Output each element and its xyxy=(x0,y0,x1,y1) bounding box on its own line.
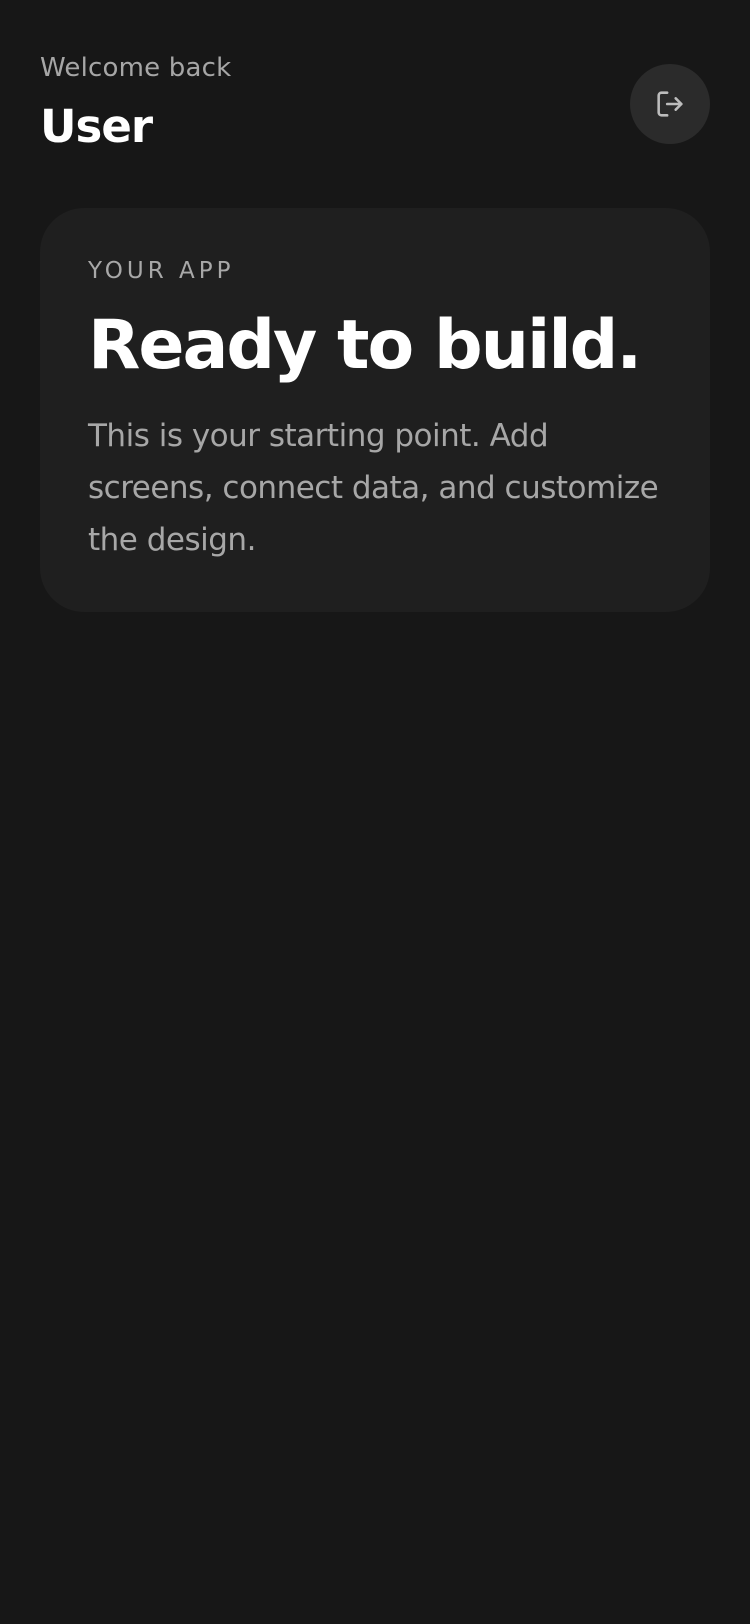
card-description: This is your starting point. Add screens… xyxy=(88,418,659,558)
welcome-text: Welcome back xyxy=(40,53,232,83)
card-title: Ready to build. xyxy=(88,306,642,385)
app-screen: Welcome back User YOUR APP Ready to buil… xyxy=(0,0,750,1624)
header: Welcome back User xyxy=(40,50,710,160)
logout-button[interactable] xyxy=(630,64,710,144)
user-name: User xyxy=(40,100,153,153)
starter-card: YOUR APP Ready to build. This is your st… xyxy=(40,208,710,612)
logout-icon xyxy=(653,87,687,121)
card-eyebrow: YOUR APP xyxy=(88,258,235,284)
